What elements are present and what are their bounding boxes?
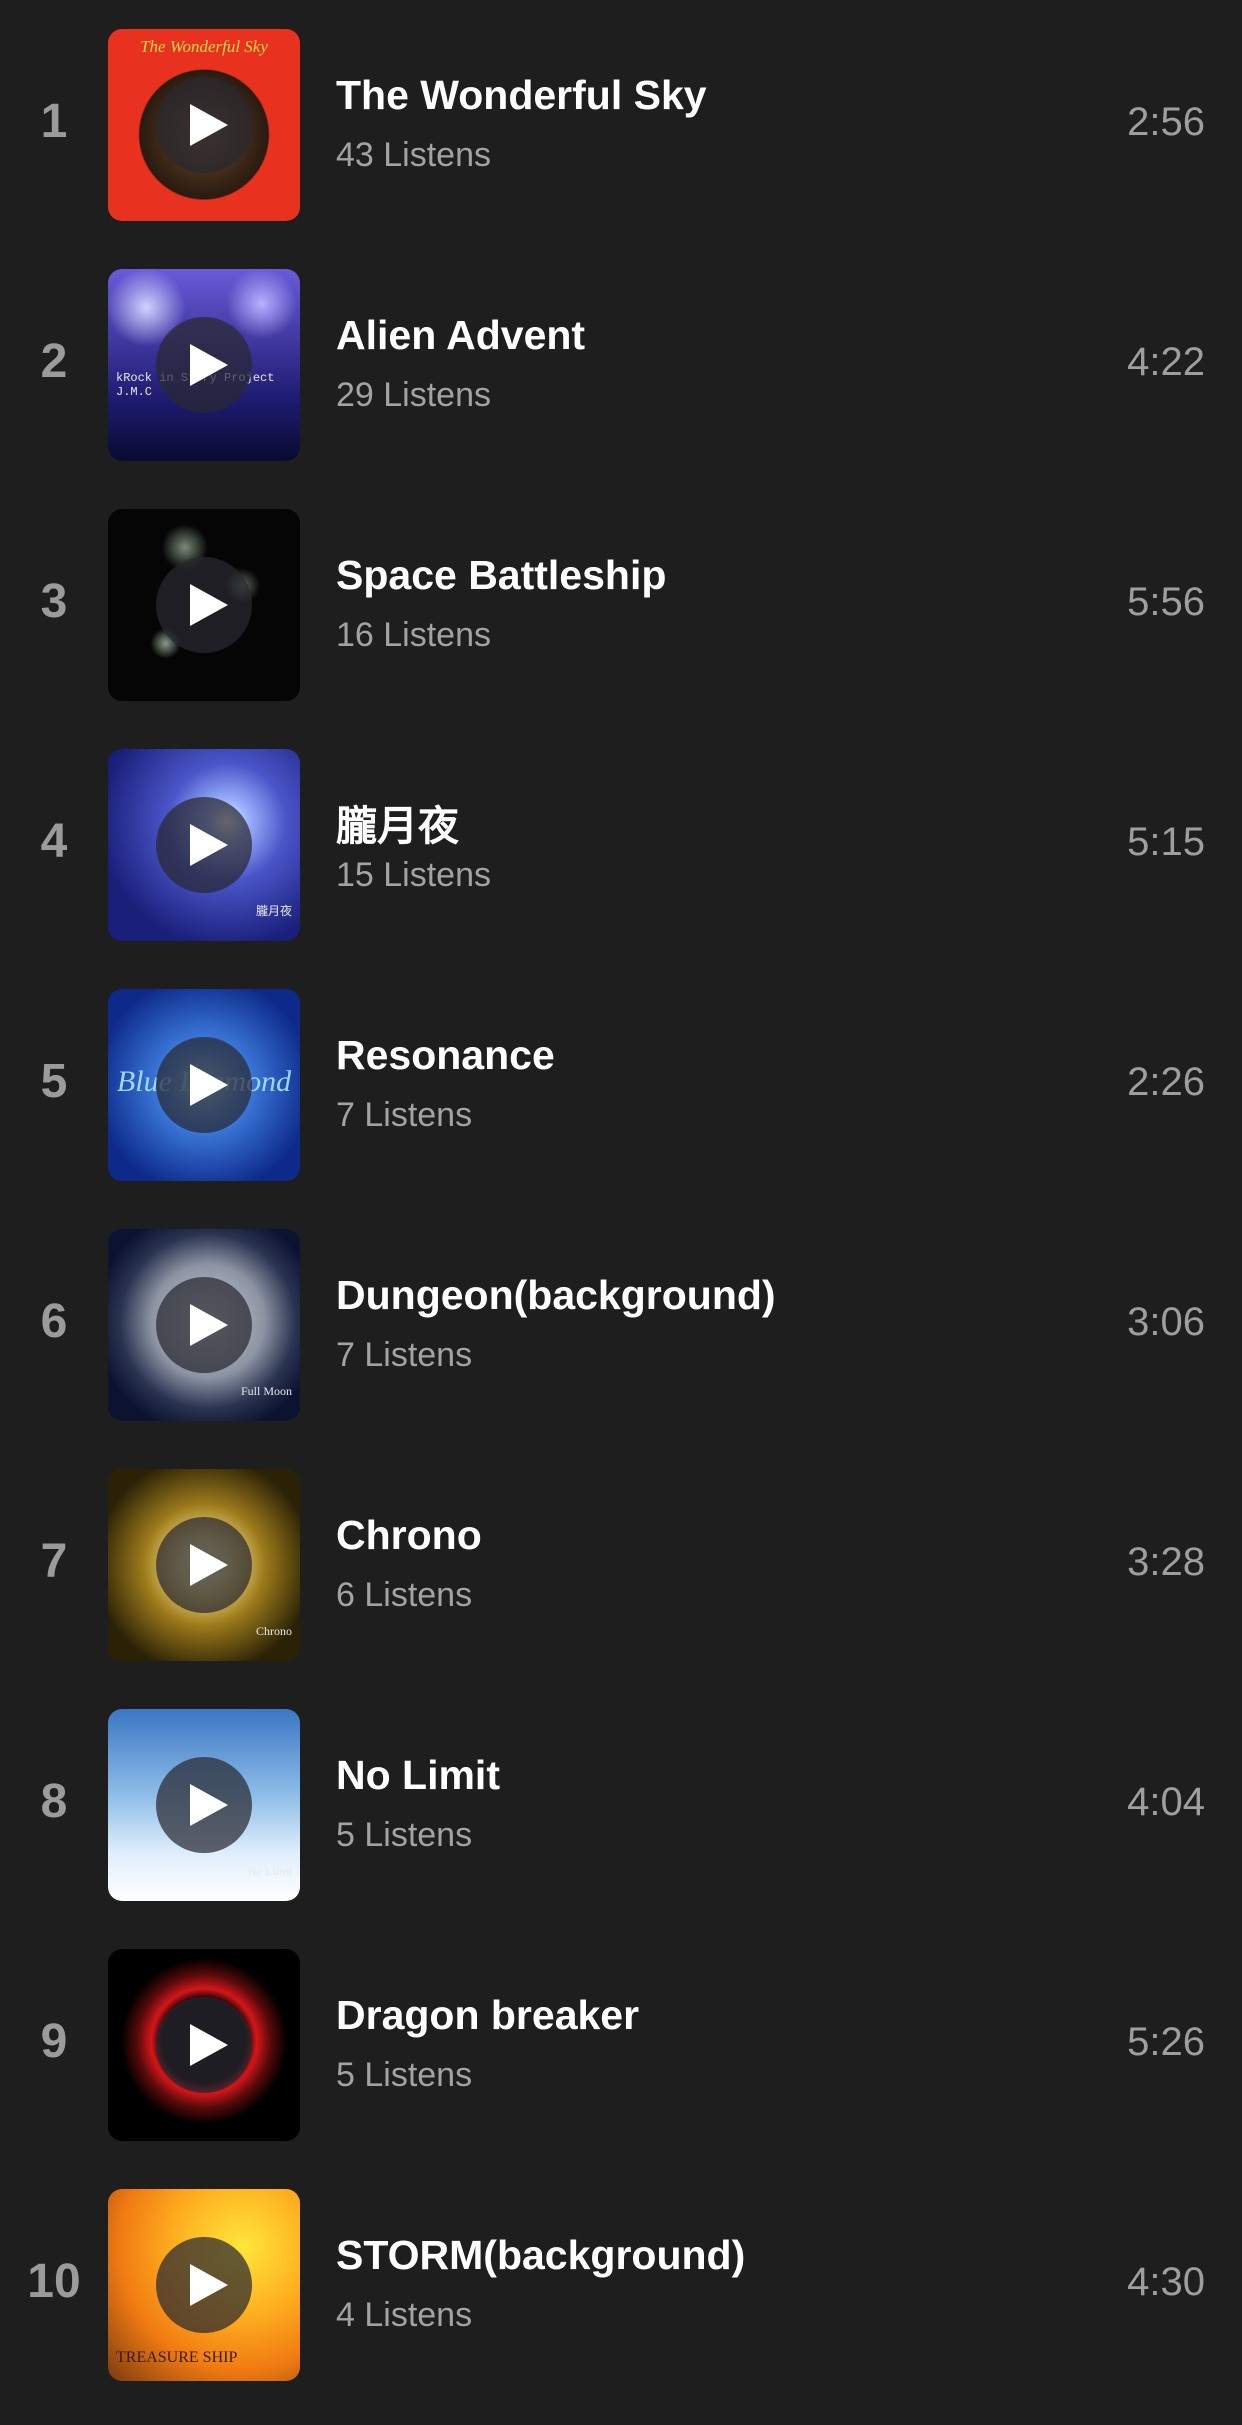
track-duration: 4:30 bbox=[1127, 2260, 1205, 2304]
track-title[interactable]: Alien Advent bbox=[336, 312, 585, 359]
track-duration: 4:22 bbox=[1127, 340, 1205, 384]
album-artwork-subtitle: Chrono bbox=[256, 1624, 292, 1638]
album-artwork[interactable]: Chrono bbox=[108, 1469, 300, 1661]
track-rank: 5 bbox=[40, 1055, 68, 1108]
track-duration: 5:26 bbox=[1127, 2020, 1205, 2064]
track-title[interactable]: The Wonderful Sky bbox=[336, 72, 707, 119]
track-title[interactable]: No Limit bbox=[336, 1752, 500, 1799]
track-duration: 2:56 bbox=[1127, 100, 1205, 144]
play-icon[interactable] bbox=[156, 77, 252, 173]
play-icon[interactable] bbox=[156, 1517, 252, 1613]
play-icon[interactable] bbox=[156, 797, 252, 893]
track-title[interactable]: Chrono bbox=[336, 1512, 482, 1559]
album-artwork[interactable]: Blue Diamond bbox=[108, 989, 300, 1181]
album-artwork-subtitle: Full Moon bbox=[240, 1384, 292, 1398]
play-icon[interactable] bbox=[156, 1037, 252, 1133]
play-icon[interactable] bbox=[156, 2237, 252, 2333]
track-rank: 1 bbox=[40, 95, 68, 148]
track-list: 1 The Wonderful Sky The Wonderful Sky 43 Li… bbox=[0, 0, 1242, 2425]
track-title[interactable]: Dungeon(background) bbox=[336, 1272, 776, 1319]
track-row[interactable]: 2 kRock in Story Project J.M.C Alien Adven… bbox=[0, 242, 1242, 482]
track-listens: 5 Listens bbox=[336, 1816, 473, 1854]
track-listens: 7 Listens bbox=[336, 1096, 473, 1134]
track-rank: 6 bbox=[40, 1295, 68, 1348]
track-listens: 6 Listens bbox=[336, 1576, 473, 1614]
track-duration: 3:28 bbox=[1127, 1540, 1205, 1584]
track-row[interactable]: 1 The Wonderful Sky The Wonderful Sky 43 Li… bbox=[0, 2, 1242, 242]
play-icon[interactable] bbox=[156, 317, 252, 413]
album-artwork[interactable]: kRock in Story Project J.M.C bbox=[108, 269, 300, 461]
track-row[interactable]: 9 Dragon breaker 5 Listens 5:26 bbox=[0, 1922, 1242, 2162]
track-title[interactable]: 朧月夜 bbox=[336, 792, 459, 852]
play-icon[interactable] bbox=[156, 557, 252, 653]
track-duration: 5:15 bbox=[1127, 820, 1205, 864]
play-icon[interactable] bbox=[156, 1997, 252, 2093]
album-artwork-caption: The Wonderful Sky bbox=[140, 37, 268, 56]
track-listens: 29 Listens bbox=[336, 376, 491, 414]
album-artwork[interactable]: 朧月夜 bbox=[108, 749, 300, 941]
track-duration: 4:04 bbox=[1127, 1780, 1205, 1824]
track-row[interactable]: 7 Chrono Chrono 6 Listens 3:28 bbox=[0, 1442, 1242, 1682]
album-artwork[interactable]: TREASURE SHIP bbox=[108, 2189, 300, 2381]
album-artwork[interactable] bbox=[108, 1949, 300, 2141]
track-title[interactable]: Dragon breaker bbox=[336, 1992, 639, 2039]
album-artwork[interactable]: Full Moon bbox=[108, 1229, 300, 1421]
track-rank: 2 bbox=[40, 335, 68, 388]
track-row[interactable]: 3 Space Battleship 16 Listens 5:56 bbox=[0, 482, 1242, 722]
track-row[interactable]: 4 朧月夜 朧月夜 15 Listens 5:15 bbox=[0, 722, 1242, 962]
track-listens: 15 Listens bbox=[336, 856, 491, 894]
track-rank: 3 bbox=[40, 575, 68, 628]
track-duration: 3:06 bbox=[1127, 1300, 1205, 1344]
album-artwork[interactable] bbox=[108, 509, 300, 701]
album-artwork-subtitle: TREASURE SHIP bbox=[116, 2349, 238, 2366]
track-row[interactable]: 6 Full Moon Dungeon(background) 7 Listens 3:… bbox=[0, 1202, 1242, 1442]
track-rank: 8 bbox=[40, 1775, 68, 1828]
track-listens: 7 Listens bbox=[336, 1336, 473, 1374]
album-artwork-subtitle: No Limit bbox=[247, 1864, 292, 1878]
track-row[interactable]: 5 Blue Diamond Resonance 7 Listens 2:26 bbox=[0, 962, 1242, 1202]
track-rank: 10 bbox=[27, 2255, 81, 2308]
play-icon[interactable] bbox=[156, 1277, 252, 1373]
track-title[interactable]: Space Battleship bbox=[336, 552, 666, 599]
track-listens: 4 Listens bbox=[336, 2296, 473, 2334]
track-listens: 16 Listens bbox=[336, 616, 491, 654]
album-artwork[interactable]: The Wonderful Sky bbox=[108, 29, 300, 221]
track-title[interactable]: STORM(background) bbox=[336, 2232, 745, 2279]
track-listens: 43 Listens bbox=[336, 136, 491, 174]
track-rank: 7 bbox=[40, 1535, 68, 1588]
track-rank: 4 bbox=[40, 815, 68, 868]
track-listens: 5 Listens bbox=[336, 2056, 473, 2094]
play-icon[interactable] bbox=[156, 1757, 252, 1853]
album-artwork-subtitle: 朧月夜 bbox=[255, 904, 292, 918]
track-duration: 2:26 bbox=[1127, 1060, 1205, 1104]
track-rank: 9 bbox=[40, 2015, 68, 2068]
album-artwork[interactable]: No Limit bbox=[108, 1709, 300, 1901]
track-row[interactable]: 8 No Limit No Limit 5 Listens 4:04 bbox=[0, 1682, 1242, 1922]
track-row[interactable]: 10 TREASURE SHIP STORM(background) 4 Listen… bbox=[0, 2162, 1242, 2402]
track-title[interactable]: Resonance bbox=[336, 1032, 555, 1079]
track-duration: 5:56 bbox=[1127, 580, 1205, 624]
